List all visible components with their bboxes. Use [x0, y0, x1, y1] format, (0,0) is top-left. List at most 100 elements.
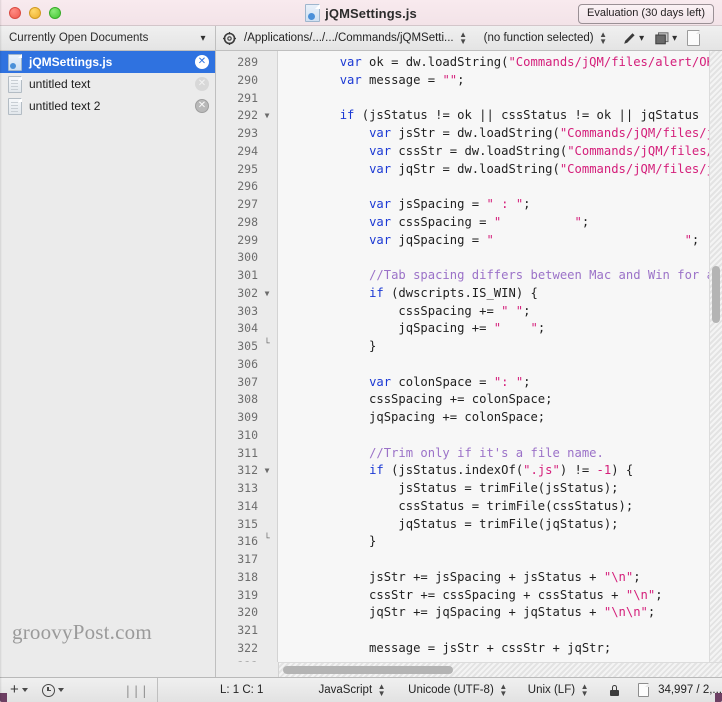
- code-line[interactable]: if (jsStatus != ok || cssStatus != ok ||…: [279, 107, 722, 125]
- code-line[interactable]: jqStatus = trimFile(jqStatus);: [279, 516, 722, 534]
- vertical-scrollbar-thumb[interactable]: [712, 266, 720, 323]
- code-fold-toggle[interactable]: └: [262, 336, 272, 354]
- toolbar: Currently Open Documents ▾ /Applications…: [0, 26, 722, 51]
- gutter-row: 299: [217, 232, 277, 250]
- minimize-button[interactable]: [29, 7, 41, 19]
- code-line[interactable]: jqSpacing += " ";: [279, 320, 722, 338]
- code-line[interactable]: [279, 178, 722, 196]
- status-bar: + ||| L: 1 C: 1 JavaScript ▲ ▼ Unicode (U…: [0, 677, 722, 702]
- code-line[interactable]: var jqSpacing = " ";: [279, 232, 722, 250]
- code-line[interactable]: jsStatus = trimFile(jsStatus);: [279, 480, 722, 498]
- code-line[interactable]: jsStr += jsSpacing + jsStatus + "\n";: [279, 569, 722, 587]
- code-line[interactable]: [279, 622, 722, 640]
- code-line[interactable]: jqSpacing += colonSpace;: [279, 409, 722, 427]
- code-token: cssStr = dw.loadString(: [391, 143, 568, 158]
- close-button[interactable]: [9, 7, 21, 19]
- code-token: jqStr += jqSpacing + jqStatus +: [281, 605, 604, 620]
- gutter-row: 305 └: [217, 338, 277, 356]
- code-line[interactable]: message = jsStr + cssStr + jqStr;: [279, 640, 722, 658]
- encoding-selector[interactable]: Unicode (UTF-8) ▲ ▼: [408, 683, 508, 698]
- line-number: 293: [237, 126, 258, 140]
- code-line[interactable]: var cssSpacing = " ";: [279, 214, 722, 232]
- gutter-row: 317: [217, 551, 277, 569]
- code-line[interactable]: //Trim only if it's a file name.: [279, 445, 722, 463]
- line-number-gutter: 289 290 291 292 ▼ 293 294 295 296 297 298 299 300 301…: [217, 51, 278, 677]
- close-icon[interactable]: ✕: [195, 55, 209, 69]
- resize-grip-icon[interactable]: |||: [124, 684, 149, 698]
- code-editor[interactable]: 289 290 291 292 ▼ 293 294 295 296 297 298 299 300 301…: [217, 51, 722, 677]
- code-token: jqSpacing += colonSpace;: [281, 410, 546, 424]
- sidebar-item-untitled-text-2[interactable]: untitled text 2 ✕: [0, 95, 215, 117]
- gutter-row: 291: [217, 90, 277, 108]
- code-line[interactable]: var colonSpace = ": ";: [279, 374, 722, 392]
- panes-chevron-down-icon[interactable]: ▾: [669, 33, 681, 44]
- code-surface[interactable]: var ok = dw.loadString("Commands/jQM/fil…: [279, 51, 722, 677]
- sidebar-item-untitled-text[interactable]: untitled text ✕: [0, 73, 215, 95]
- code-line[interactable]: var jsSpacing = " : ";: [279, 196, 722, 214]
- vertical-scrollbar[interactable]: [709, 51, 722, 662]
- gutter-row: 320: [217, 604, 277, 622]
- language-selector[interactable]: JavaScript ▲ ▼: [318, 683, 386, 698]
- code-line[interactable]: [279, 551, 722, 569]
- code-line[interactable]: var jsStr = dw.loadString("Commands/jQM/…: [279, 125, 722, 143]
- page-icon[interactable]: [686, 30, 700, 46]
- code-line[interactable]: //Tab spacing differs between Mac and Wi…: [279, 267, 722, 285]
- code-line[interactable]: var ok = dw.loadString("Commands/jQM/fil…: [279, 54, 722, 72]
- code-line[interactable]: var message = "";: [279, 72, 722, 90]
- code-line[interactable]: cssStr += cssSpacing + cssStatus + "\n";: [279, 587, 722, 605]
- gutter-row: 289: [217, 54, 277, 72]
- pen-icon[interactable]: [622, 32, 636, 45]
- recent-documents-button[interactable]: [41, 683, 64, 697]
- code-line[interactable]: var cssStr = dw.loadString("Commands/jQM…: [279, 143, 722, 161]
- code-line[interactable]: var jqStr = dw.loadString("Commands/jQM/…: [279, 161, 722, 179]
- pen-chevron-down-icon[interactable]: ▾: [636, 33, 648, 44]
- gear-icon[interactable]: [223, 31, 236, 45]
- code-line[interactable]: [279, 427, 722, 445]
- code-line[interactable]: if (jsStatus.indexOf(".js") != -1) {: [279, 462, 722, 480]
- evaluation-badge[interactable]: Evaluation (30 days left): [577, 4, 714, 24]
- lock-icon[interactable]: [610, 684, 620, 696]
- function-selector-label[interactable]: (no function selected): [484, 32, 594, 44]
- code-line[interactable]: jqStr += jqSpacing + jqStatus + "\n\n";: [279, 604, 722, 622]
- code-fold-toggle[interactable]: ▼: [262, 107, 272, 125]
- line-number: 307: [237, 374, 258, 389]
- horizontal-scrollbar[interactable]: [279, 662, 722, 677]
- function-stepper-icon[interactable]: ▲ ▼: [599, 31, 608, 46]
- gutter-row: 298: [217, 214, 277, 232]
- file-path-label[interactable]: /Applications/.../.../Commands/jQMSetti.…: [244, 32, 454, 44]
- line-number: 322: [237, 640, 258, 655]
- zoom-button[interactable]: [49, 7, 61, 19]
- split-panes-icon[interactable]: [654, 31, 669, 45]
- code-fold-toggle[interactable]: └: [262, 531, 272, 549]
- cursor-position: L: 1 C: 1: [219, 684, 264, 696]
- code-fold-toggle[interactable]: ▼: [262, 462, 272, 480]
- code-line[interactable]: [279, 356, 722, 374]
- code-line[interactable]: cssStatus = trimFile(cssStatus);: [279, 498, 722, 516]
- window-titlebar: jQMSettings.js Evaluation (30 days left): [0, 0, 722, 26]
- horizontal-scrollbar-thumb[interactable]: [283, 666, 453, 674]
- code-line[interactable]: cssSpacing += colonSpace;: [279, 391, 722, 409]
- code-line[interactable]: cssSpacing += " ";: [279, 303, 722, 321]
- line-number: 294: [237, 143, 258, 158]
- code-token: cssSpacing =: [391, 214, 494, 229]
- documents-dropdown[interactable]: Currently Open Documents ▾: [0, 26, 216, 50]
- add-document-button[interactable]: +: [10, 681, 28, 699]
- line-number: 314: [237, 498, 258, 513]
- code-line[interactable]: }: [279, 533, 722, 551]
- close-icon[interactable]: ✕: [195, 99, 209, 113]
- code-line[interactable]: [279, 90, 722, 108]
- code-line[interactable]: }: [279, 338, 722, 356]
- path-stepper-icon[interactable]: ▲ ▼: [459, 31, 468, 46]
- line-number: 297: [237, 197, 258, 211]
- code-token: jsStr += jsSpacing + jsStatus +: [281, 569, 604, 584]
- page-icon[interactable]: [638, 683, 650, 697]
- clock-icon: [41, 683, 55, 697]
- line-endings-selector[interactable]: Unix (LF) ▲ ▼: [528, 683, 589, 698]
- code-line[interactable]: [279, 249, 722, 267]
- close-icon[interactable]: ✕: [195, 77, 209, 91]
- sidebar-item-jqmsettings[interactable]: jQMSettings.js ✕: [0, 51, 215, 73]
- code-fold-toggle[interactable]: ▼: [262, 285, 272, 303]
- code-line[interactable]: if (dwscripts.IS_WIN) {: [279, 285, 722, 303]
- code-token: message =: [361, 72, 443, 87]
